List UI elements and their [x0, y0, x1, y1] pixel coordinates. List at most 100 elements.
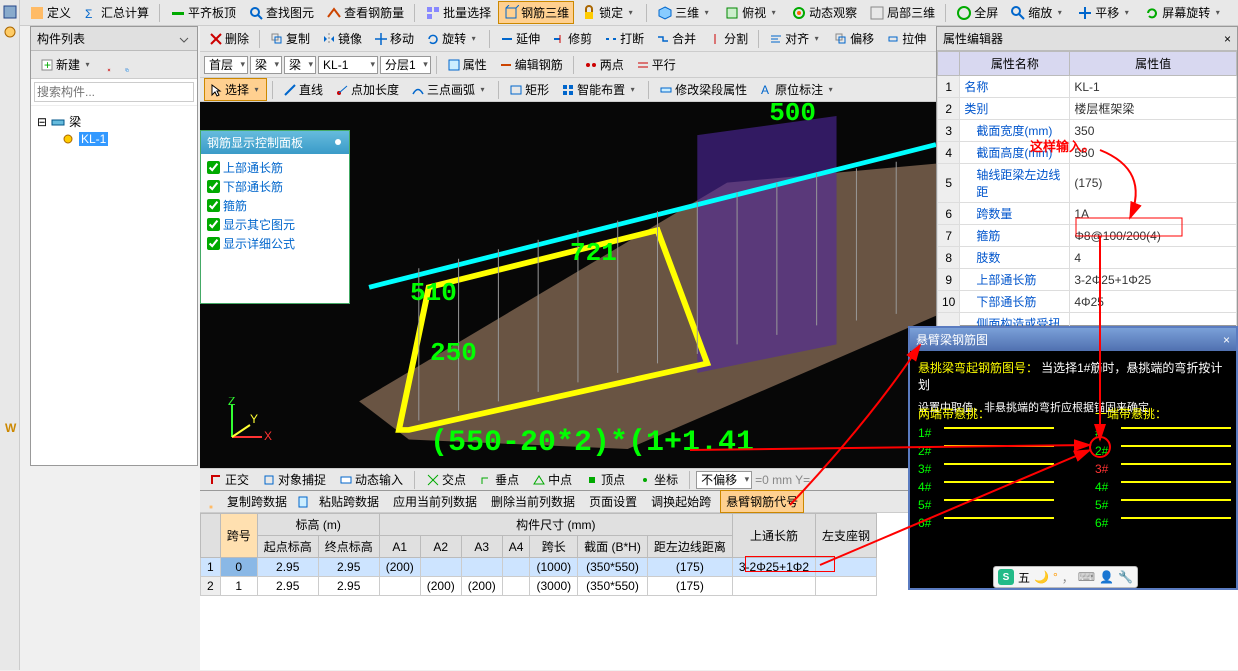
parallel-button[interactable]: 平行 — [631, 53, 681, 76]
zoom-button[interactable]: 缩放▾ — [1005, 1, 1070, 24]
rebar-ctrl-title-bar[interactable]: 钢筋显示控制面板 — [201, 131, 349, 154]
panel-close-icon[interactable]: × — [1224, 32, 1231, 46]
rebar-3d-button[interactable]: 钢筋三维 — [498, 1, 574, 24]
snap-vertex[interactable]: 顶点 — [580, 468, 630, 490]
cant-opt-l6[interactable]: 6# — [918, 516, 1054, 530]
rect-tool[interactable]: 矩形 — [504, 78, 554, 101]
line-tool[interactable]: 直线 — [278, 78, 328, 101]
search-input[interactable] — [34, 82, 194, 102]
smart-place-tool[interactable]: 智能布置▾ — [556, 78, 643, 101]
extend-button[interactable]: 延伸 — [495, 27, 545, 50]
delete-component-button[interactable] — [102, 58, 116, 72]
floor-select[interactable]: 首层 — [204, 56, 248, 74]
snap-intersection[interactable]: 交点 — [421, 468, 471, 490]
split-button[interactable]: 分割 — [703, 27, 753, 50]
define-button[interactable]: 定义 — [24, 1, 76, 24]
delete-col-button[interactable]: 删除当前列数据 — [486, 491, 580, 512]
pan-button[interactable]: 平移▾ — [1072, 1, 1137, 24]
trim-button[interactable]: 修剪 — [547, 27, 597, 50]
copy-button[interactable]: 复制 — [265, 27, 315, 50]
snap-perpendicular[interactable]: 垂点 — [474, 468, 524, 490]
copy-span-button[interactable]: 复制跨数据 — [222, 491, 292, 512]
sum-button[interactable]: Σ汇总计算 — [78, 1, 154, 24]
panel-menu-icon[interactable] — [177, 32, 191, 46]
chk-top-bar[interactable]: 上部通长筋 — [207, 158, 343, 177]
apply-col-button[interactable]: 应用当前列数据 — [388, 491, 482, 512]
prop-row[interactable]: 9上部通长筋3-2Φ25+1Φ25 — [938, 269, 1237, 291]
orig-annotation-button[interactable]: A原位标注▾ — [754, 78, 841, 101]
local-3d-button[interactable]: 局部三维 — [864, 1, 940, 24]
rotate-button[interactable]: 旋转▾ — [421, 27, 484, 50]
offset-button[interactable]: 偏移 — [829, 27, 879, 50]
cant-opt-r1[interactable]: # — [1095, 426, 1231, 440]
ime-sun-icon[interactable]: ° — [1053, 570, 1058, 584]
cant-opt-l3[interactable]: 3# — [918, 462, 1054, 476]
cant-opt-l5[interactable]: 5# — [918, 498, 1054, 512]
subcategory-select[interactable]: 梁 — [284, 56, 316, 74]
cantilever-code-button[interactable]: 悬臂钢筋代号 — [720, 490, 804, 513]
ime-keyboard-icon[interactable]: ⌨ — [1078, 570, 1095, 584]
property-button[interactable]: 属性 — [442, 53, 492, 76]
page-setup-button[interactable]: 页面设置 — [584, 491, 642, 512]
cant-opt-r5[interactable]: 5# — [1095, 498, 1231, 512]
edit-rebar-button[interactable]: 编辑钢筋 — [494, 53, 568, 76]
ime-punct-icon[interactable]: ， — [1062, 569, 1074, 586]
3d-view-button[interactable]: 三维▾ — [652, 1, 717, 24]
cantilever-close-icon[interactable]: × — [1223, 333, 1230, 347]
cant-opt-r6[interactable]: 6# — [1095, 516, 1231, 530]
select-tool[interactable]: 选择▾ — [204, 78, 267, 101]
copy-component-button[interactable] — [120, 58, 134, 72]
layer-select[interactable]: 分层1 — [380, 56, 431, 74]
span-tool-icon[interactable] — [204, 495, 218, 509]
cant-opt-l4[interactable]: 4# — [918, 480, 1054, 494]
point-add-length-tool[interactable]: 点加长度 — [330, 78, 404, 101]
ime-settings-icon[interactable]: 🔧 — [1118, 570, 1133, 584]
delete-button[interactable]: 删除 — [204, 27, 254, 50]
dyninput-toggle[interactable]: 动态输入 — [334, 468, 408, 490]
chk-bottom-bar[interactable]: 下部通长筋 — [207, 177, 343, 196]
span-data-grid[interactable]: 跨号 标高 (m) 构件尺寸 (mm) 上通长筋 左支座钢 起点标高 终点标高 … — [200, 513, 877, 596]
cant-opt-r4[interactable]: 4# — [1095, 480, 1231, 494]
cant-opt-l2[interactable]: 2# — [918, 444, 1054, 458]
ortho-toggle[interactable]: 正交 — [204, 468, 254, 490]
prop-row[interactable]: 7箍筋Φ8@100/200(4) — [938, 225, 1237, 247]
component-select[interactable]: KL-1 — [318, 56, 378, 74]
strip-icon-w[interactable]: W — [2, 420, 18, 436]
three-point-arc-tool[interactable]: 三点画弧▾ — [406, 78, 493, 101]
prop-row[interactable]: 5轴线距梁左边线距(175) — [938, 164, 1237, 203]
chk-stirrup[interactable]: 箍筋 — [207, 196, 343, 215]
snap-coord[interactable]: 坐标 — [633, 468, 683, 490]
batch-select-button[interactable]: 批量选择 — [420, 1, 496, 24]
view-rebar-button[interactable]: 查看钢筋量 — [321, 1, 409, 24]
prop-row[interactable]: 10下部通长筋4Φ25 — [938, 291, 1237, 313]
move-button[interactable]: 移动 — [369, 27, 419, 50]
lock-button[interactable]: 锁定▾ — [576, 1, 641, 24]
cantilever-title-bar[interactable]: 悬臂梁钢筋图 × — [910, 328, 1236, 351]
elevation-button[interactable]: 俯视▾ — [719, 1, 784, 24]
tree-root-beam[interactable]: ⊟ 梁 — [37, 112, 191, 131]
swap-span-button[interactable]: 调换起始跨 — [646, 491, 716, 512]
dynamic-view-button[interactable]: 动态观察 — [786, 1, 862, 24]
tree-item-kl1[interactable]: KL-1 — [37, 131, 191, 147]
cant-opt-r3[interactable]: 3# — [1095, 462, 1231, 476]
find-elem-button[interactable]: 查找图元 — [243, 1, 319, 24]
two-point-button[interactable]: 两点 — [579, 53, 629, 76]
strip-icon-1[interactable] — [2, 4, 18, 20]
chk-other-elem[interactable]: 显示其它图元 — [207, 215, 343, 234]
mirror-button[interactable]: 镜像 — [317, 27, 367, 50]
grid-row-2[interactable]: 2 1 2.952.95 (200)(200) (3000)(350*550)(… — [201, 577, 877, 596]
screen-rotate-button[interactable]: 屏幕旋转▾ — [1139, 1, 1228, 24]
paste-span-button[interactable]: 粘贴跨数据 — [314, 491, 384, 512]
prop-row[interactable]: 1名称KL-1 — [938, 76, 1237, 98]
snap-midpoint[interactable]: 中点 — [527, 468, 577, 490]
prop-row[interactable]: 2类别楼层框架梁 — [938, 98, 1237, 120]
chk-formula[interactable]: 显示详细公式 — [207, 234, 343, 253]
viewport-3d[interactable]: 500 721 510 250 (550-20*2)*(1+1.41 Z X Y… — [200, 78, 936, 468]
break-button[interactable]: 打断 — [599, 27, 649, 50]
prop-row[interactable]: 8肢数4 — [938, 247, 1237, 269]
align-button[interactable]: 对齐▾ — [764, 27, 827, 50]
osnap-toggle[interactable]: 对象捕捉 — [257, 468, 331, 490]
ime-user-icon[interactable]: 👤 — [1099, 570, 1114, 584]
edit-span-prop-button[interactable]: 修改梁段属性 — [654, 78, 752, 101]
fullscreen-button[interactable]: 全屏 — [951, 1, 1003, 24]
